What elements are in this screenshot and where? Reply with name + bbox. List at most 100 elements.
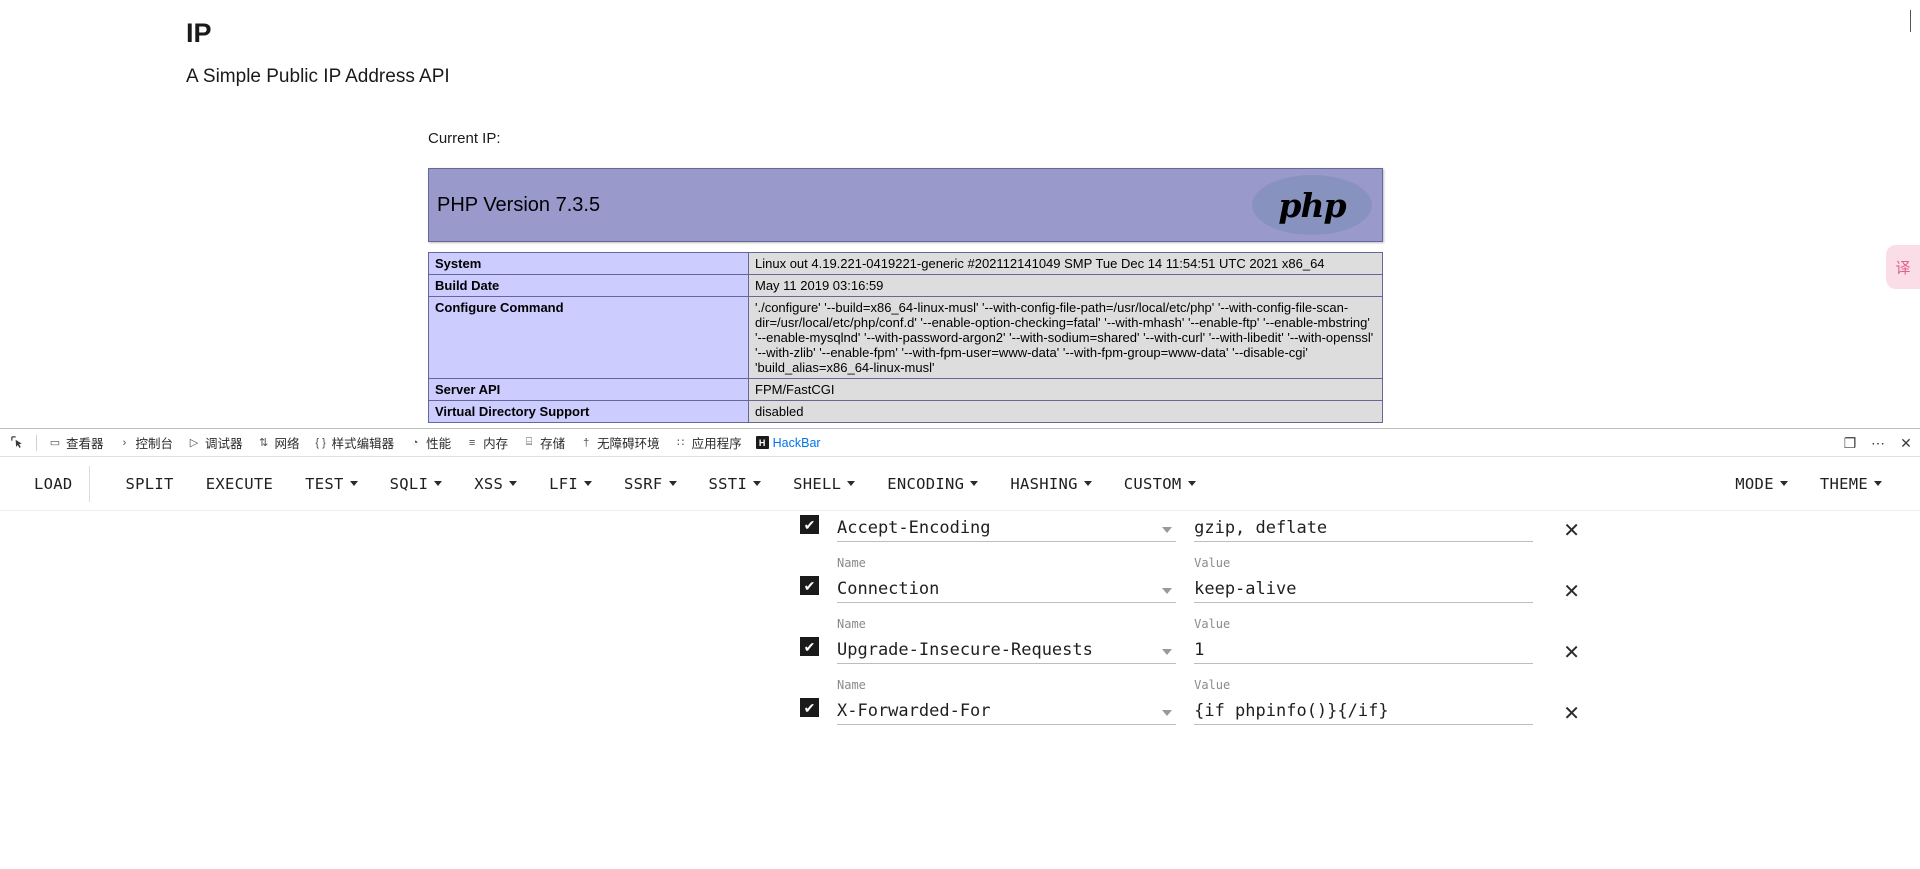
chevron-down-icon[interactable]: [1162, 710, 1173, 716]
remove-header-button[interactable]: ✕: [1563, 581, 1580, 601]
remove-header-button[interactable]: ✕: [1563, 520, 1580, 540]
hackbar-menu-shell[interactable]: SHELL: [777, 466, 871, 502]
chevron-down-icon: [434, 481, 443, 486]
phpinfo-row-value: disabled: [748, 400, 1383, 423]
header-name-value: Accept-Encoding: [837, 518, 991, 538]
devtools-tab-inspector[interactable]: ▭ 查看器: [41, 430, 111, 456]
remove-header-button[interactable]: ✕: [1563, 642, 1580, 662]
header-name-value: Connection: [837, 579, 940, 599]
devtools-tab-accessibility[interactable]: † 无障碍环境: [572, 430, 667, 456]
header-value-text: 1: [1194, 640, 1205, 660]
hackbar-menu-label: THEME: [1819, 474, 1868, 493]
devtools-tab-application[interactable]: ∷ 应用程序: [667, 430, 749, 456]
page-subtitle: A Simple Public IP Address API: [186, 66, 450, 87]
phpinfo-row-key: Server API: [428, 378, 749, 401]
hackbar-request-headers-section: ✔NameAccept-EncodingValuegzip, deflate✕✔…: [0, 511, 1920, 866]
text-cursor: [1910, 10, 1911, 32]
chevron-down-icon: [509, 481, 518, 486]
devtools-panel: ▭ 查看器 › 控制台 ▷ 调试器 ⇅ 网络 { } 样式编辑器 ◔ 性能 ≡ 内存 ⌸ 存储 † 无障碍环境 ∷ 应…: [0, 428, 1920, 869]
hackbar-menu-ssti[interactable]: SSTI: [693, 466, 778, 502]
more-options-icon[interactable]: ⋯: [1870, 435, 1886, 451]
phpinfo-row: Server API FPM/FastCGI: [428, 378, 1383, 401]
devtools-tab-performance[interactable]: ◔ 性能: [401, 430, 458, 456]
header-name-value: Upgrade-Insecure-Requests: [837, 640, 1093, 660]
phpinfo-row: Virtual Directory Support disabled: [428, 400, 1383, 423]
hackbar-menu-sqli[interactable]: SQLI: [374, 466, 459, 502]
header-value-label: Value: [1194, 678, 1231, 692]
hackbar-menu-hashing[interactable]: HASHING: [994, 466, 1107, 502]
dock-panel-icon[interactable]: ❐: [1842, 435, 1858, 451]
hackbar-menu-label: SSTI: [708, 474, 748, 493]
devtools-tab-label: HackBar: [772, 435, 821, 450]
header-value-field[interactable]: Valuegzip, deflate: [1194, 517, 1534, 542]
header-value-label: Value: [1194, 556, 1231, 570]
hackbar-icon: H: [755, 436, 769, 449]
hackbar-menu-xss[interactable]: XSS: [458, 466, 533, 502]
devtools-tab-label: 查看器: [66, 437, 104, 451]
close-devtools-icon[interactable]: ✕: [1898, 435, 1914, 451]
hackbar-menu-lfi[interactable]: LFI: [533, 466, 608, 502]
devtools-tab-label: 网络: [274, 437, 300, 451]
header-value-field[interactable]: Value keep-alive: [1194, 556, 1534, 603]
style-editor-icon: { }: [315, 436, 326, 449]
element-picker-icon[interactable]: [4, 431, 30, 455]
devtools-tab-memory[interactable]: ≡ 内存: [458, 430, 515, 456]
current-ip-label: Current IP:: [428, 130, 501, 147]
devtools-tab-hackbar[interactable]: H HackBar: [749, 430, 828, 456]
request-header-row: ✔ Name Connection Value keep-alive ✕: [800, 542, 1580, 603]
header-name-label: Name: [837, 617, 866, 631]
hackbar-menu-custom[interactable]: CUSTOM: [1108, 466, 1212, 502]
remove-header-button[interactable]: ✕: [1563, 703, 1580, 723]
php-logo-icon: php: [1252, 175, 1372, 235]
phpinfo-row-key: Virtual Directory Support: [428, 400, 749, 423]
header-enabled-checkbox[interactable]: ✔: [800, 637, 819, 656]
phpinfo-table: System Linux out 4.19.221-0419221-generic…: [428, 252, 1383, 423]
chevron-down-icon[interactable]: [1162, 649, 1173, 655]
chevron-down-icon: [668, 481, 677, 486]
hackbar-menu-mode[interactable]: MODE: [1719, 466, 1804, 502]
hackbar-menu-label: SPLIT: [125, 474, 174, 493]
devtools-tab-label: 无障碍环境: [597, 437, 660, 451]
hackbar-load-dropdown[interactable]: [88, 465, 110, 502]
header-enabled-checkbox[interactable]: ✔: [800, 698, 819, 717]
devtools-tab-debugger[interactable]: ▷ 调试器: [180, 430, 250, 456]
hackbar-menu-label: TEST: [305, 474, 344, 493]
hackbar-menu-label: SQLI: [389, 474, 429, 493]
hackbar-menu-theme[interactable]: THEME: [1804, 466, 1898, 502]
chevron-down-icon: [1779, 481, 1788, 486]
hackbar-menu-split[interactable]: SPLIT: [110, 466, 190, 502]
header-enabled-checkbox[interactable]: ✔: [800, 576, 819, 595]
phpinfo-row-value: Linux out 4.19.221-0419221-generic #2021…: [748, 252, 1383, 275]
devtools-tab-label: 样式编辑器: [331, 437, 395, 451]
hackbar-menu-label: LFI: [549, 474, 579, 493]
phpinfo-row: Build Date May 11 2019 03:16:59: [428, 274, 1383, 297]
devtools-tab-style-editor[interactable]: { } 样式编辑器: [307, 430, 402, 456]
header-value-field[interactable]: Value 1: [1194, 617, 1534, 664]
hackbar-menu-label: CUSTOM: [1123, 474, 1182, 493]
chevron-down-icon: [1187, 481, 1196, 486]
devtools-tab-storage[interactable]: ⌸ 存储: [515, 430, 572, 456]
header-value-field[interactable]: Value {if phpinfo()}{/if}: [1194, 678, 1534, 725]
header-name-field[interactable]: Name Upgrade-Insecure-Requests: [837, 617, 1177, 664]
hackbar-menu-encoding[interactable]: ENCODING: [871, 466, 994, 502]
hackbar-menu-test[interactable]: TEST: [289, 466, 374, 502]
devtools-tab-network[interactable]: ⇅ 网络: [250, 430, 307, 456]
chevron-down-icon[interactable]: [1162, 527, 1173, 533]
header-value-label: Value: [1194, 617, 1231, 631]
devtools-tab-console[interactable]: › 控制台: [111, 430, 181, 456]
hackbar-menu-label: ENCODING: [887, 474, 965, 493]
phpinfo-block: PHP Version 7.3.5 php System Linux out 4.…: [428, 168, 1383, 423]
header-name-field[interactable]: Name Connection: [837, 556, 1177, 603]
chevron-down-icon[interactable]: [1162, 588, 1173, 594]
translate-widget-button[interactable]: 译: [1886, 245, 1920, 289]
hackbar-menu-load[interactable]: LOAD: [18, 466, 89, 502]
hackbar-menu-execute[interactable]: EXECUTE: [190, 466, 289, 502]
header-name-field[interactable]: NameAccept-Encoding: [837, 517, 1177, 542]
header-name-field[interactable]: Name X-Forwarded-For: [837, 678, 1177, 725]
hackbar-menu-ssrf[interactable]: SSRF: [608, 466, 693, 502]
header-enabled-checkbox[interactable]: ✔: [800, 515, 819, 534]
devtools-tab-label: 调试器: [205, 437, 243, 451]
devtools-tab-label: 内存: [483, 437, 509, 451]
hackbar-menu-bar: LOAD SPLIT EXECUTE TEST SQLI XSS LFI SSRF SSTI SH…: [0, 457, 1920, 511]
page-title: IP: [186, 18, 212, 48]
